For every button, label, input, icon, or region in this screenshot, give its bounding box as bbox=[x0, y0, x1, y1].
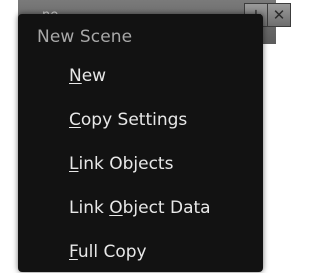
menu-title: New Scene bbox=[37, 27, 133, 47]
menu-item-copy-settings[interactable]: Copy Settings bbox=[69, 110, 187, 130]
menu-item-label: ew bbox=[81, 66, 107, 86]
scene-menu-screenshot: ne + ✕ New Scene New Copy Settings Link … bbox=[0, 0, 291, 273]
menu-item-full-copy[interactable]: Full Copy bbox=[69, 242, 147, 262]
menu-item-link-objects[interactable]: Link Objects bbox=[69, 154, 173, 174]
menu-item-mnemonic: N bbox=[69, 66, 82, 86]
menu-item-mnemonic: C bbox=[69, 110, 81, 130]
menu-item-label-prefix: Link bbox=[69, 198, 110, 218]
menu-item-link-object-data[interactable]: Link Object Data bbox=[69, 198, 211, 218]
menu-item-label: ull Copy bbox=[77, 242, 147, 262]
menu-item-label: opy Settings bbox=[80, 110, 188, 130]
close-icon[interactable]: ✕ bbox=[267, 3, 291, 27]
menu-item-label: ink Objects bbox=[78, 154, 174, 174]
menu-item-mnemonic: O bbox=[109, 198, 123, 218]
new-scene-menu: New Scene New Copy Settings Link Objects… bbox=[18, 14, 263, 272]
menu-item-mnemonic: F bbox=[69, 242, 78, 262]
menu-item-label: bject Data bbox=[122, 198, 211, 218]
menu-item-new[interactable]: New bbox=[69, 66, 106, 86]
